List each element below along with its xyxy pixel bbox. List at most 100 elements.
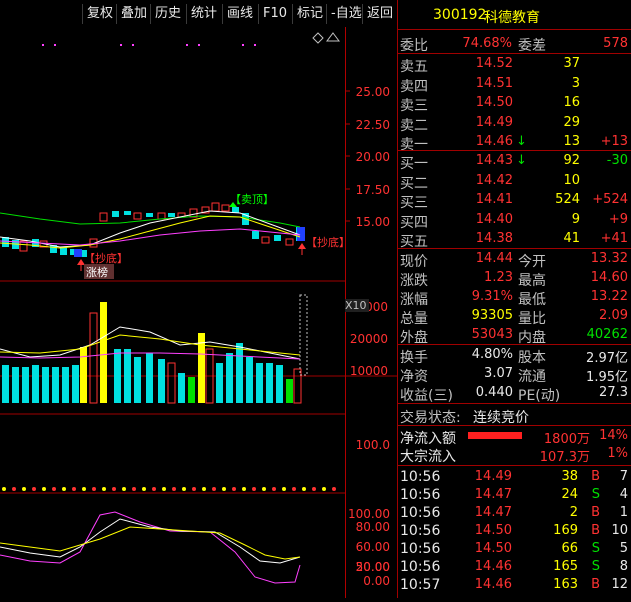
tick-side: B	[591, 469, 600, 484]
buy-change: +9	[608, 211, 628, 227]
volume-unit-label: X10	[345, 299, 369, 312]
buy-volume: 9	[571, 211, 580, 227]
trade-status-label: 交易状态:	[400, 410, 461, 426]
weicha-label: 委差	[518, 38, 546, 54]
quote-value: 1.23	[484, 270, 513, 285]
toolbar-button-2[interactable]: 历史	[150, 4, 185, 24]
toolbar-button-5[interactable]: F10	[258, 4, 291, 24]
toolbar-button-4[interactable]: 画线	[222, 4, 257, 24]
tick-price: 14.50	[474, 523, 512, 538]
volume-bar	[167, 362, 176, 404]
tick-side: B	[591, 505, 600, 520]
quote-value: 9.31%	[471, 289, 513, 304]
volume-bar	[114, 349, 121, 403]
down-arrow-icon: ↓	[516, 153, 527, 168]
candle	[146, 213, 153, 217]
kline-chart-svg[interactable]: 【卖顶】 【抄底】 【抄底】 涨榜	[0, 27, 397, 598]
sell-volume: 16	[563, 95, 580, 110]
flow-value: 1800万	[543, 432, 590, 447]
buy-volume: 524	[555, 192, 580, 207]
indicator-dot	[112, 487, 116, 491]
candle	[189, 208, 198, 218]
tick-count: 7	[619, 469, 628, 484]
volume-bar	[188, 377, 195, 403]
toolbar-button-1[interactable]: 叠加	[116, 4, 151, 24]
volume-bar	[158, 359, 165, 403]
candle	[99, 212, 108, 222]
volume-bar	[276, 365, 283, 403]
down-arrow-icon: ↓	[516, 134, 527, 149]
indicator-dot	[32, 487, 36, 491]
indicator-dot	[332, 487, 336, 491]
stock-code: 300192	[433, 7, 487, 23]
weibi-value: 74.68%	[462, 36, 512, 51]
finance-value: 27.3	[599, 385, 628, 400]
quote-label: 现价	[400, 254, 428, 270]
volume-bar	[72, 365, 79, 403]
buy-level-label: 买四	[400, 214, 428, 231]
weicha-value: 578	[603, 36, 628, 51]
tick-volume: 165	[553, 559, 578, 574]
candle	[157, 212, 166, 220]
indicator-dot	[142, 487, 146, 491]
volume-bar	[256, 363, 263, 403]
price-axis-label: 22.50	[355, 118, 390, 132]
toolbar-button-3[interactable]: 统计	[186, 4, 221, 24]
quote-value: 14.44	[475, 251, 513, 266]
tick-volume: 24	[561, 487, 578, 502]
indicator-dot	[52, 487, 56, 491]
toolbar-button-7[interactable]: -自选	[326, 4, 366, 24]
sell-level-label: 卖三	[400, 98, 428, 114]
quote-value: 13.32	[590, 251, 628, 266]
volume-bar	[62, 367, 69, 403]
tick-side: S	[591, 487, 600, 502]
quote-value: 40262	[586, 327, 628, 342]
sell-level-label: 卖五	[400, 59, 428, 75]
buy-price: 14.41	[475, 192, 513, 207]
buy-price: 14.40	[475, 211, 513, 227]
sell-level-label: 卖四	[400, 78, 428, 95]
indicator-dot	[82, 487, 86, 491]
indicator-dot	[232, 487, 236, 491]
trade-status-value: 连续竞价	[473, 410, 529, 426]
sell-volume: 29	[563, 114, 580, 130]
candle	[124, 211, 131, 215]
tick-time: 10:56	[400, 469, 441, 485]
quote-label: 最高	[518, 273, 546, 289]
tick-count: 1	[619, 505, 628, 520]
quote-label: 涨幅	[400, 292, 428, 308]
volume-bar	[236, 343, 243, 403]
volume-bar	[80, 347, 87, 403]
candle	[285, 238, 294, 246]
tick-volume: 2	[569, 505, 578, 520]
indicator-dot	[192, 487, 196, 491]
indicator-dot	[322, 487, 326, 491]
buy-volume: 92	[563, 153, 580, 168]
settings-diamond-icon	[312, 32, 324, 44]
volume-bar	[12, 367, 19, 403]
volume-bar	[293, 368, 302, 404]
indicator2-axis-label: 60.00	[355, 540, 390, 554]
toolbar-button-0[interactable]: 复权	[82, 4, 117, 24]
candle	[252, 231, 259, 239]
tick-time: 10:57	[400, 577, 441, 593]
indicator-dot	[212, 487, 216, 491]
flow-value: 107.3万	[539, 450, 590, 465]
sell-change: +13	[600, 134, 628, 149]
kline-chart-area[interactable]: 【卖顶】 【抄底】 【抄底】 涨榜	[0, 27, 397, 598]
toolbar-button-8[interactable]: 返回	[362, 4, 397, 24]
buy-price: 14.38	[475, 231, 513, 246]
tick-count: 4	[619, 487, 628, 502]
toolbar-button-6[interactable]: 标记	[292, 4, 327, 24]
volume-bar	[89, 312, 98, 404]
tick-count: 12	[611, 577, 628, 592]
volume-bar	[266, 363, 273, 403]
tick-volume: 163	[553, 577, 578, 592]
sell-price: 14.46	[475, 134, 513, 149]
indicator-dot	[12, 487, 16, 491]
quote-label: 今开	[518, 254, 546, 270]
sell-price: 14.50	[475, 95, 513, 110]
quote-value: 53043	[471, 327, 513, 342]
volume-axis-label: 20000	[349, 332, 388, 346]
candle	[274, 235, 281, 241]
